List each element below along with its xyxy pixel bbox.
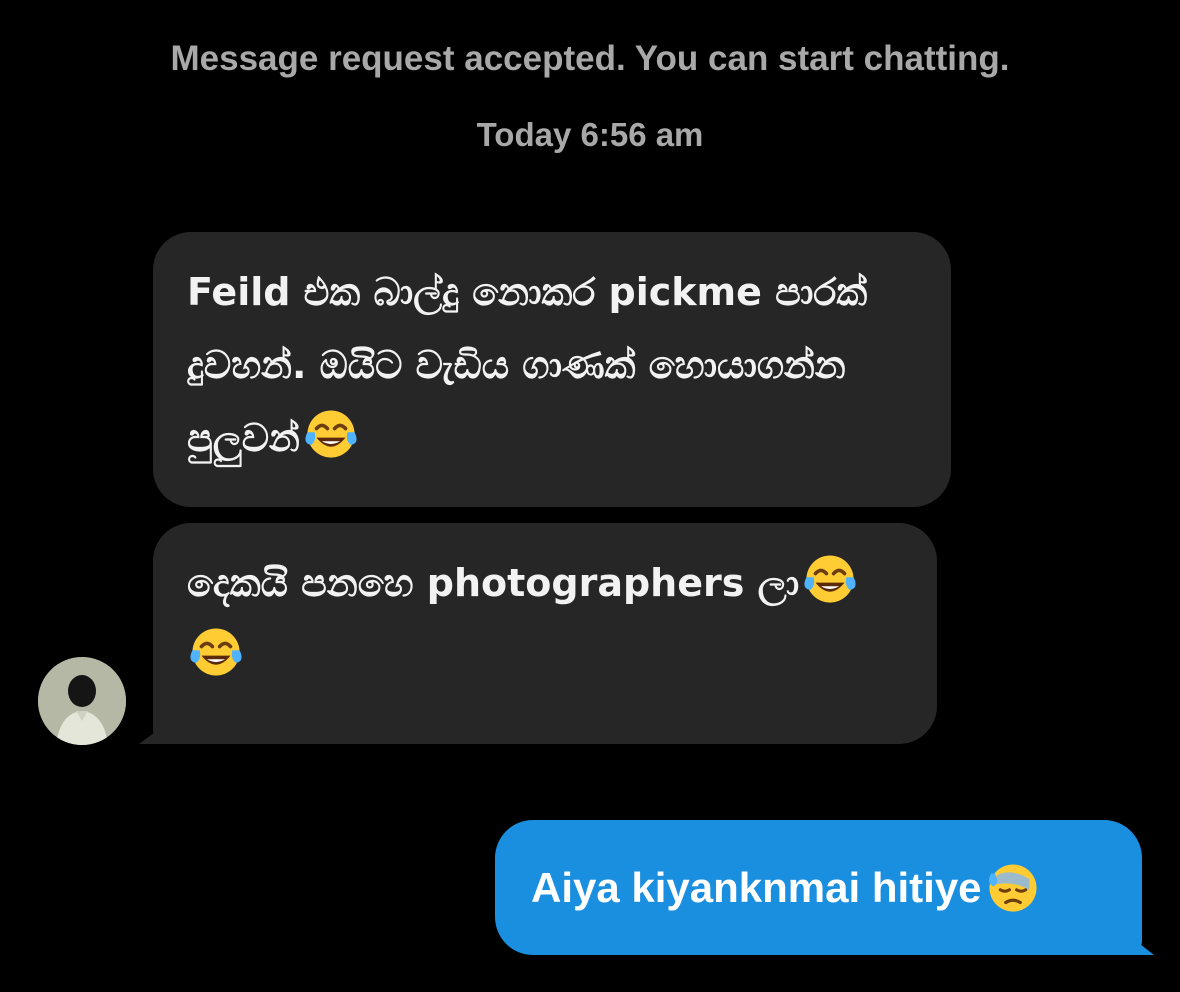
face-with-tears-of-joy-icon: [804, 555, 856, 603]
message-request-accepted-notice: Message request accepted. You can start …: [170, 39, 1010, 78]
incoming-message-bubble[interactable]: දෙකයි පනහෙ photographers ලා: [153, 523, 937, 744]
message-text: Aiya kiyanknmai hitiye: [531, 864, 982, 911]
message-text: දෙකයි පනහෙ photographers ලා: [187, 561, 800, 605]
downcast-face-with-sweat-icon: [988, 863, 1037, 912]
message-text: Feild එක බාල්දු නොකර pickme පාරක් දුවහන්…: [187, 270, 868, 460]
conversation-timestamp: Today 6:56 am: [476, 116, 704, 153]
incoming-message-bubble[interactable]: Feild එක බාල්දු නොකර pickme පාරක් දුවහන්…: [153, 232, 951, 507]
face-with-tears-of-joy-icon: [305, 410, 357, 458]
outgoing-message-bubble[interactable]: Aiya kiyanknmai hitiye: [495, 820, 1142, 955]
sender-avatar[interactable]: [38, 657, 126, 745]
person-silhouette-icon: [38, 657, 126, 745]
face-with-tears-of-joy-icon: [190, 628, 242, 676]
